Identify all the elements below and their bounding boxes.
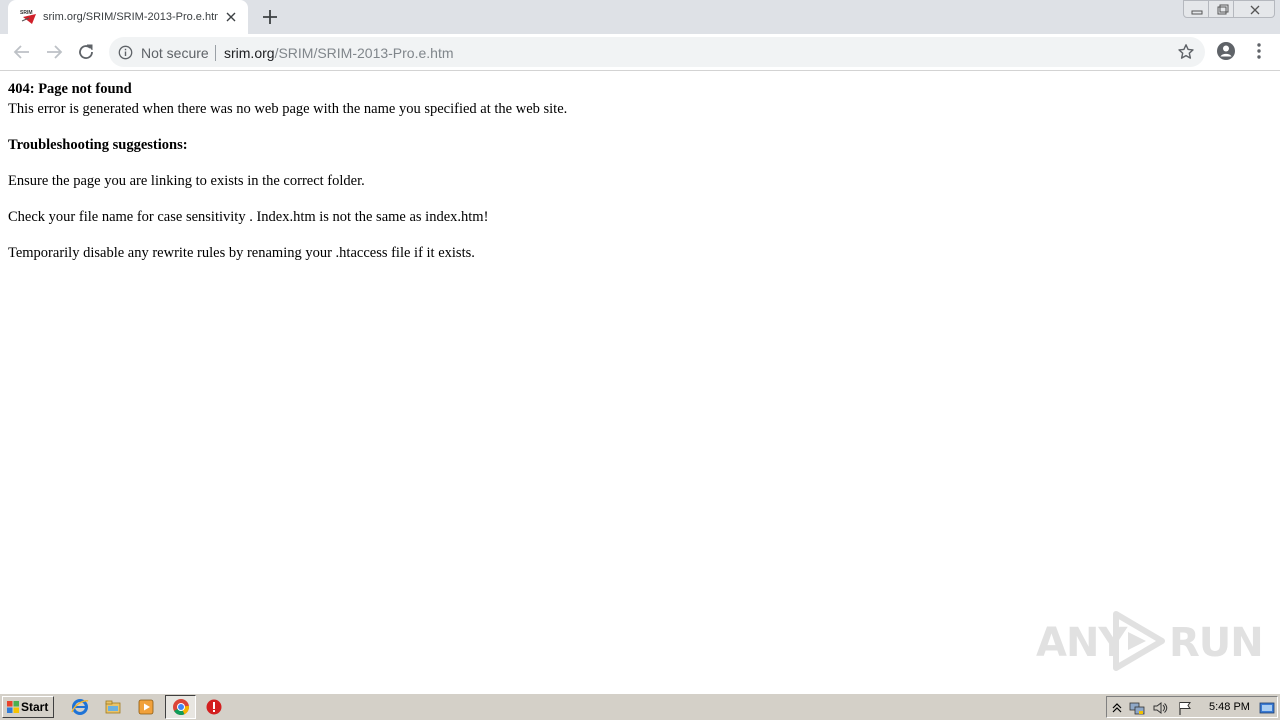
media-player-icon[interactable] — [137, 698, 155, 716]
back-icon[interactable] — [10, 40, 34, 64]
omnibox-divider — [215, 45, 216, 61]
window-minimize-button[interactable] — [1183, 0, 1209, 18]
menu-icon[interactable] — [1252, 41, 1266, 61]
tray-expand-icon[interactable] — [1109, 700, 1125, 716]
taskbar-chrome-button[interactable] — [165, 695, 196, 719]
url-host: srim.org — [224, 45, 275, 61]
watermark-text-right: RUN — [1169, 620, 1264, 666]
security-label[interactable]: Not secure — [141, 45, 209, 61]
tab-strip: SRIM srim.org/SRIM/SRIM-2013-Pro.e.htm — [0, 0, 1280, 34]
restore-icon — [1217, 4, 1229, 15]
play-icon — [1113, 611, 1165, 671]
page-title: 404: Page not found — [8, 81, 132, 97]
anyrun-watermark: ANY RUN — [1036, 606, 1264, 676]
suggestion-item: Ensure the page you are linking to exist… — [8, 173, 365, 189]
svg-text:SRIM: SRIM — [20, 10, 33, 16]
error-description: This error is generated when there was n… — [8, 101, 568, 117]
plus-icon[interactable] — [259, 6, 281, 28]
reload-icon[interactable] — [74, 40, 98, 64]
window-restore-button[interactable] — [1208, 0, 1234, 18]
close-icon[interactable] — [222, 8, 240, 26]
system-tray: 5:48 PM — [1106, 696, 1278, 718]
star-icon[interactable] — [1177, 43, 1195, 61]
explorer-icon[interactable] — [104, 698, 122, 716]
windows-flag-icon — [7, 701, 19, 713]
show-desktop-icon[interactable] — [1259, 700, 1275, 716]
start-label: Start — [21, 700, 49, 714]
start-button[interactable]: Start — [2, 696, 54, 718]
srim-favicon-icon: SRIM — [20, 10, 36, 24]
action-center-flag-icon[interactable] — [1177, 700, 1193, 716]
suggestion-item: Temporarily disable any rewrite rules by… — [8, 245, 475, 261]
network-icon[interactable] — [1129, 700, 1145, 716]
chrome-icon — [173, 699, 189, 715]
suggestion-item: Check your file name for case sensitivit… — [8, 209, 489, 225]
troubleshooting-heading: Troubleshooting suggestions: — [8, 137, 188, 153]
profile-icon[interactable] — [1216, 41, 1236, 61]
stop-icon[interactable] — [205, 698, 223, 716]
minimize-icon — [1191, 10, 1203, 15]
tab-title: srim.org/SRIM/SRIM-2013-Pro.e.htm — [43, 11, 218, 23]
close-icon — [1250, 5, 1260, 15]
browser-tab[interactable]: SRIM srim.org/SRIM/SRIM-2013-Pro.e.htm — [8, 0, 248, 34]
info-icon[interactable] — [118, 45, 133, 60]
taskbar: Start 5:48 PM — [0, 693, 1280, 720]
ie-icon[interactable] — [71, 698, 89, 716]
address-bar[interactable]: Not secure srim.org/SRIM/SRIM-2013-Pro.e… — [109, 37, 1205, 67]
forward-icon[interactable] — [42, 40, 66, 64]
clock[interactable]: 5:48 PM — [1209, 701, 1250, 714]
volume-icon[interactable] — [1152, 700, 1168, 716]
url-path: /SRIM/SRIM-2013-Pro.e.htm — [274, 45, 454, 61]
url-text[interactable]: srim.org/SRIM/SRIM-2013-Pro.e.htm — [224, 45, 454, 61]
browser-toolbar: Not secure srim.org/SRIM/SRIM-2013-Pro.e… — [0, 34, 1280, 71]
window-close-button[interactable] — [1233, 0, 1275, 18]
